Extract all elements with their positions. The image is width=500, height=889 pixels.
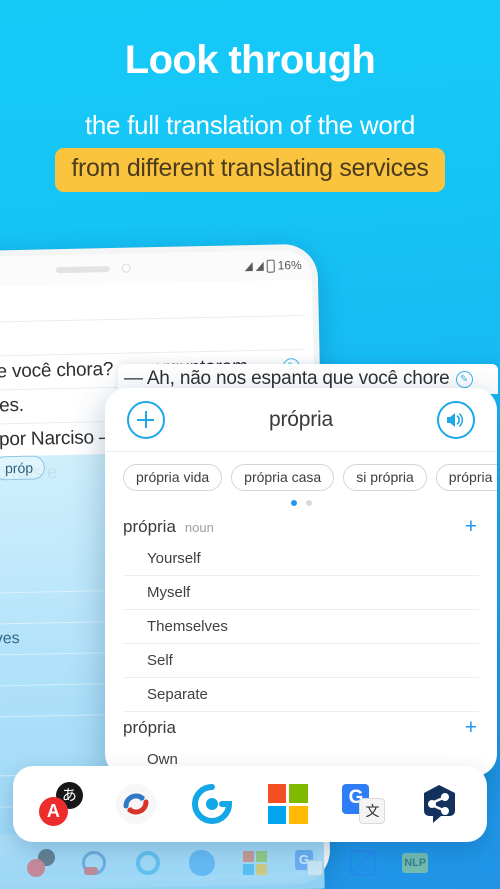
google-translate-icon[interactable]: G 文 <box>341 782 386 826</box>
translation-item[interactable]: Separate <box>123 678 479 712</box>
google-translate-icon: G <box>294 849 323 877</box>
card-header: própria <box>105 388 497 452</box>
translate-aa-icon <box>26 849 55 877</box>
front-camera-icon <box>121 263 131 273</box>
offline-translate-icon <box>349 849 377 877</box>
card-title: própria <box>269 407 333 431</box>
blob-icon <box>188 849 216 877</box>
promo-screen: Look through the full translation of the… <box>0 0 500 889</box>
microsoft-squares <box>267 784 308 824</box>
phrase-chip[interactable]: própria casa <box>231 464 335 491</box>
badge-container: from different translating services <box>0 148 500 192</box>
battery-percent: 16% <box>277 258 302 273</box>
highlight-badge: from different translating services <box>55 148 445 192</box>
translation-list: própria noun + Yourself Myself Themselve… <box>105 509 497 776</box>
reverso-swap-icon <box>80 849 108 877</box>
signal-bars-icon <box>244 261 253 271</box>
phrase-chip[interactable]: própria vida <box>123 464 223 491</box>
signal-bars-icon <box>255 261 264 271</box>
page-subtitle: the full translation of the word <box>84 110 416 140</box>
related-phrases[interactable]: própria vida própria casa si própria pró… <box>105 452 497 491</box>
pagination-dot-active[interactable] <box>290 500 297 506</box>
microsoft-translator-icon[interactable] <box>266 782 310 826</box>
service-bar-ghost: G NLP <box>0 837 455 889</box>
pagination-dot[interactable] <box>305 500 312 506</box>
phrase-chip[interactable]: si própria <box>343 464 427 491</box>
ms-square-red <box>267 784 287 803</box>
group-pos: noun <box>184 520 214 535</box>
speaker-volume-icon[interactable] <box>437 401 475 439</box>
group-word: própria <box>123 718 176 737</box>
latin-badge: A <box>38 797 68 826</box>
ms-square-yellow <box>289 805 308 824</box>
yandex-translate-icon[interactable] <box>417 782 461 826</box>
status-indicators: 16% <box>244 258 302 273</box>
group-label: própria <box>123 718 176 738</box>
service-bar: あ A G 文 <box>13 766 487 842</box>
translation-card: própria própria vida própria casa si pró… <box>105 388 497 776</box>
dictionary-ring-icon <box>134 849 162 877</box>
reverso-swap-icon[interactable] <box>114 782 158 826</box>
phrase-chip[interactable]: própria c <box>435 464 497 491</box>
plus-icon[interactable]: + <box>463 717 479 738</box>
ms-square-blue <box>267 805 287 824</box>
nlp-icon: NLP <box>402 853 429 873</box>
pin-circle-icon[interactable]: ✎ <box>455 370 473 388</box>
translation-item[interactable]: Themselves <box>123 610 479 644</box>
dictionary-ring-icon[interactable] <box>190 782 234 826</box>
pagination-dots <box>105 491 497 509</box>
plus-circle-icon[interactable] <box>127 401 165 439</box>
group-label: própria noun <box>123 517 214 537</box>
group-word: própria <box>123 517 176 536</box>
battery-icon <box>266 259 275 273</box>
translation-group-header: própria noun + <box>123 511 479 542</box>
ms-square-green <box>289 784 308 803</box>
translation-item[interactable]: Self <box>123 644 479 678</box>
translate-aa-icon[interactable]: あ A <box>38 782 83 826</box>
background-strip: Himself G <box>0 835 500 889</box>
earpiece-icon <box>55 266 110 274</box>
translation-item[interactable]: Myself <box>123 576 479 610</box>
microsoft-translator-icon <box>241 849 269 877</box>
plus-icon[interactable]: + <box>463 516 479 537</box>
translation-group-header: própria + <box>123 712 479 743</box>
chip[interactable]: próp <box>0 455 46 481</box>
page-title: Look through <box>124 38 376 82</box>
google-kana-badge: 文 <box>359 798 386 824</box>
translation-item[interactable]: Yourself <box>123 542 479 576</box>
tooltip-text: — Ah, não nos espanta que você chore <box>124 368 450 389</box>
